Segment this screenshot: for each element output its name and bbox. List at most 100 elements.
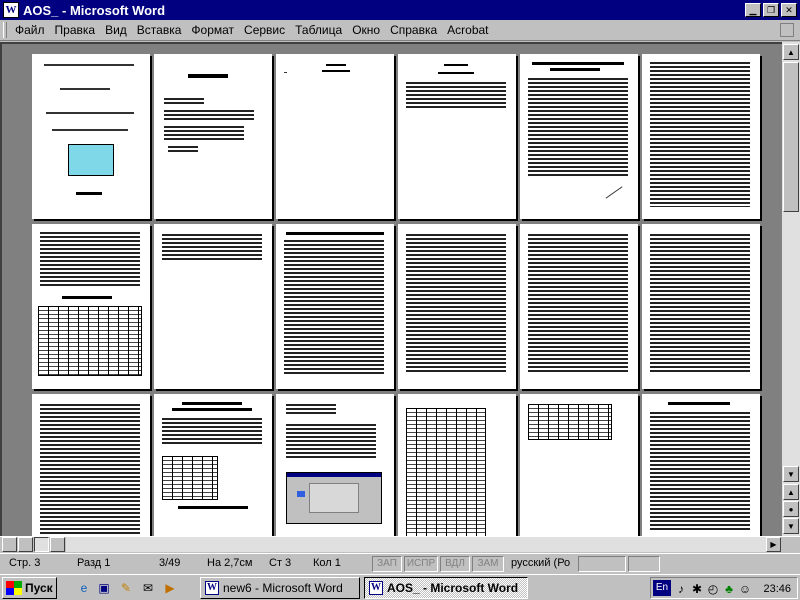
menu-acrobat[interactable]: Acrobat (442, 23, 493, 37)
page-thumbnail[interactable] (398, 224, 516, 389)
tray-clock[interactable]: 23:46 (763, 581, 791, 597)
title-bar[interactable]: W AOS_ - Microsoft Word ▁ ❐ ✕ (0, 0, 800, 20)
previous-page-button[interactable]: ▲ (783, 484, 799, 500)
menu-insert[interactable]: Вставка (132, 23, 187, 37)
task-label: AOS_ - Microsoft Word (387, 581, 519, 595)
page-thumbnail[interactable] (398, 394, 516, 536)
table-thumbnail (38, 306, 142, 376)
status-bar: Стр. 3 Разд 1 3/49 На 2,7см Ст 3 Кол 1 З… (0, 553, 800, 573)
scroll-up-button[interactable]: ▲ (783, 44, 799, 60)
internet-explorer-icon[interactable]: e (76, 580, 92, 596)
clipart-image (68, 144, 114, 176)
taskbar: Пуск e ▣ ✎ ✉ ▶ W new6 - Microsoft Word W… (0, 574, 800, 600)
windows-logo-icon (6, 581, 22, 595)
menu-view[interactable]: Вид (100, 23, 132, 37)
status-section: Разд 1 (77, 557, 111, 569)
close-icon: ✕ (785, 4, 793, 15)
horizontal-scroll-track[interactable] (66, 537, 766, 552)
status-ovr[interactable]: ЗАМ (472, 556, 504, 572)
page-thumbnail[interactable] (154, 394, 272, 536)
page-thumbnail[interactable] (276, 394, 394, 536)
status-spelling[interactable] (578, 556, 626, 572)
menu-help[interactable]: Справка (385, 23, 442, 37)
web-layout-view-button[interactable] (18, 537, 33, 552)
screenshot-thumbnail (286, 472, 382, 524)
page-thumbnail[interactable] (642, 224, 760, 389)
arrow-right-icon: ▶ (770, 540, 777, 549)
page-thumbnail[interactable] (32, 224, 150, 389)
minimize-icon: ▁ (749, 4, 757, 15)
restore-button[interactable]: ❐ (763, 3, 779, 17)
status-column: Кол 1 (313, 557, 341, 569)
scroll-down-button[interactable]: ▼ (783, 466, 799, 482)
browse-object-icon: ● (788, 504, 794, 514)
page-thumbnail[interactable] (276, 54, 394, 219)
arrow-down-icon: ▼ (787, 469, 795, 479)
minimize-button[interactable]: ▁ (745, 3, 761, 17)
page-thumbnail[interactable] (154, 54, 272, 219)
status-page: Стр. 3 (9, 557, 41, 569)
scheduler-clock-icon[interactable]: ◴ (705, 581, 721, 597)
normal-view-button[interactable] (2, 537, 17, 552)
window-title: AOS_ - Microsoft Word (23, 2, 166, 18)
menu-table[interactable]: Таблица (290, 23, 347, 37)
speaker-icon[interactable]: ♪ (673, 581, 689, 597)
word-document-icon: W (205, 581, 219, 595)
user-icon[interactable]: ☺ (737, 581, 753, 597)
word-app-icon[interactable]: W (3, 2, 19, 18)
menu-grip[interactable] (3, 22, 7, 38)
menu-bar: Файл Правка Вид Вставка Формат Сервис Та… (0, 20, 800, 41)
arrow-up-icon: ▲ (787, 47, 795, 57)
table-thumbnail (162, 456, 218, 500)
print-layout-view-button[interactable] (34, 537, 49, 552)
pen-icon[interactable]: ✎ (118, 580, 134, 596)
page-thumbnail[interactable] (398, 54, 516, 219)
taskbar-item-aos[interactable]: W AOS_ - Microsoft Word (364, 577, 528, 599)
menu-edit[interactable]: Правка (50, 23, 101, 37)
save-disk-icon[interactable]: ▣ (96, 580, 112, 596)
page-thumbnail[interactable] (642, 394, 760, 536)
page-thumbnail[interactable] (276, 224, 394, 389)
close-button[interactable]: ✕ (781, 3, 797, 17)
menu-window[interactable]: Окно (347, 23, 385, 37)
taskbar-item-new6[interactable]: W new6 - Microsoft Word (200, 577, 360, 599)
menu-format[interactable]: Формат (186, 23, 239, 37)
bug-icon[interactable]: ✱ (689, 581, 705, 597)
scroll-right-button[interactable]: ▶ (766, 537, 781, 552)
select-browse-object-button[interactable]: ● (783, 501, 799, 517)
page-thumbnail[interactable] (520, 394, 638, 536)
vertical-scroll-thumb[interactable] (783, 62, 799, 212)
page-thumbnail[interactable] (154, 224, 272, 389)
status-line: Ст 3 (269, 557, 292, 569)
double-arrow-down-icon: ▼ (787, 521, 795, 531)
menu-tools[interactable]: Сервис (239, 23, 290, 37)
notepad-icon[interactable]: ✉ (140, 580, 156, 596)
horizontal-scrollbar: ▶ (0, 536, 800, 552)
next-page-button[interactable]: ▼ (783, 518, 799, 534)
media-player-icon[interactable]: ▶ (162, 580, 178, 596)
vertical-scrollbar[interactable]: ▲ ▼ ▲ ● ▼ (782, 42, 800, 536)
outline-view-button[interactable] (50, 537, 65, 552)
restore-icon: ❐ (766, 4, 776, 15)
start-button[interactable]: Пуск (2, 577, 57, 599)
document-area[interactable] (0, 42, 782, 536)
page-thumbnail[interactable] (32, 394, 150, 536)
network-icon[interactable]: ♣ (721, 581, 737, 597)
table-thumbnail (528, 404, 612, 440)
status-rec[interactable]: ЗАП (372, 556, 402, 572)
system-tray: En ♪ ✱ ◴ ♣ ☺ 23:46 (650, 577, 798, 599)
status-trk[interactable]: ИСПР (404, 556, 438, 572)
page-thumbnail[interactable] (520, 54, 638, 219)
double-arrow-up-icon: ▲ (787, 487, 795, 497)
status-ext[interactable]: ВДЛ (440, 556, 470, 572)
word-document-icon: W (369, 581, 383, 595)
page-thumbnail[interactable] (642, 54, 760, 219)
status-language[interactable]: русский (Ро (508, 556, 576, 572)
page-thumbnail[interactable] (520, 224, 638, 389)
table-thumbnail (406, 408, 486, 536)
language-indicator[interactable]: En (653, 580, 671, 596)
menu-file[interactable]: Файл (10, 23, 50, 37)
page-thumbnail[interactable] (32, 54, 150, 219)
document-close-icon[interactable] (780, 23, 794, 37)
status-empty (628, 556, 660, 572)
